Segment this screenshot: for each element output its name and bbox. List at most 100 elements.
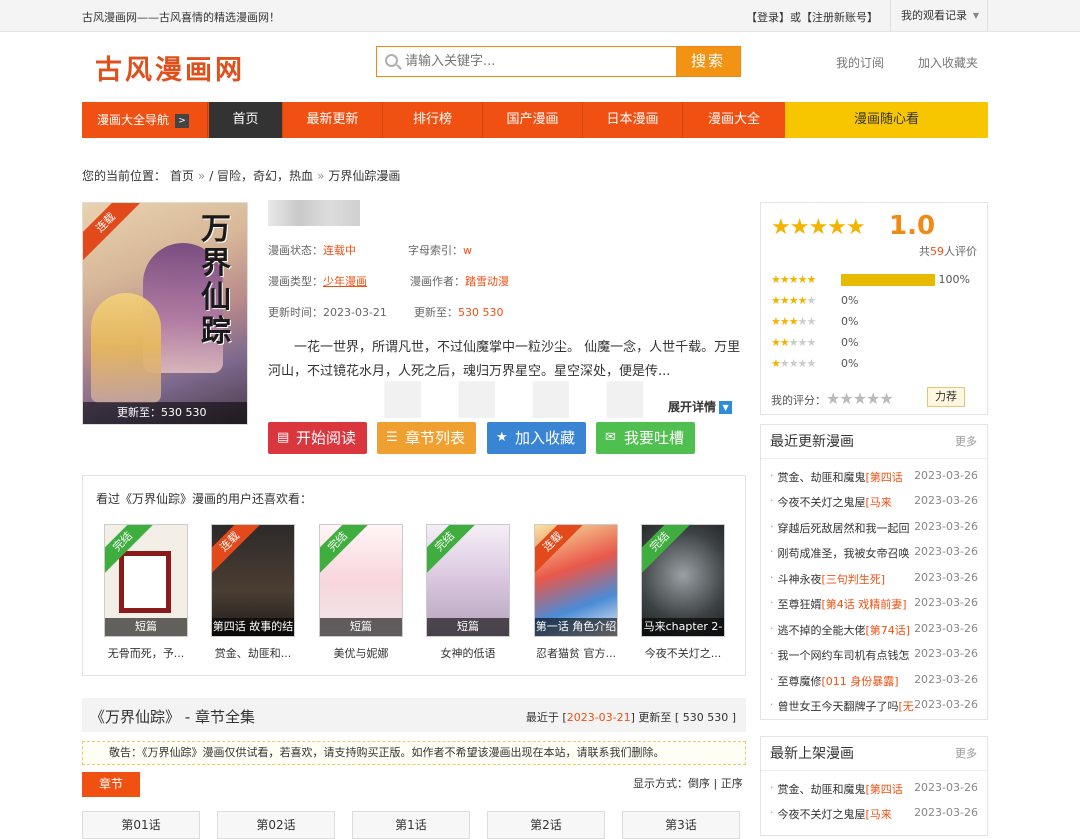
chapters-header: 《万界仙踪》 - 章节全集 最近于 [2023-03-21] 更新至 [ 530… xyxy=(82,698,746,732)
rating-count-value: 59 xyxy=(930,245,944,258)
comic-thumbnail-title[interactable]: 忍者猫贫 官方... xyxy=(534,645,618,661)
comic-title-blurred xyxy=(268,200,360,226)
search-icon xyxy=(385,54,398,67)
comic-thumbnail[interactable]: 完结 短篇 xyxy=(319,524,403,637)
newest-more-link[interactable]: 更多 xyxy=(955,737,977,771)
breadcrumb-tags[interactable]: / 冒险，奇幻，热血 xyxy=(209,169,313,183)
comment-button[interactable]: ✉ 我要吐槽 xyxy=(596,422,695,454)
site-slogan: 古风漫画网——古风喜情的精选漫画网！ xyxy=(82,11,280,24)
cover-art-figure xyxy=(91,293,161,403)
chapter-list-button[interactable]: ☰ 章节列表 xyxy=(377,422,476,454)
chat-bubble-icon: ✉ xyxy=(605,430,616,445)
comic-thumbnail-title[interactable]: 今夜不关灯之... xyxy=(641,645,725,661)
site-logo[interactable]: 古风漫画网 xyxy=(95,48,245,87)
list-item[interactable]: 今夜不关灯之鬼屋[马来2023-03-26 xyxy=(770,494,979,510)
nav-item-japanese[interactable]: 日本漫画 xyxy=(583,102,683,138)
recent-more-link[interactable]: 更多 xyxy=(955,425,977,459)
list-icon: ☰ xyxy=(386,430,398,445)
chapter-button[interactable]: 第2话 xyxy=(487,811,605,839)
copyright-notice: 敬告：《万界仙踪》漫画仅供试看，若喜欢，请支持购买正版。如作者不希望该漫画出现在… xyxy=(82,741,746,765)
newest-comics-title: 最新上架漫画 xyxy=(770,746,854,762)
rating-row-stars: ★★★★★ xyxy=(771,273,816,286)
breadcrumb-home[interactable]: 首页 xyxy=(170,169,194,183)
recent-updates-panel: 最近更新漫画 更多 赏金、劫匪和魔鬼[第四话2023-03-26 今夜不关灯之鬼… xyxy=(760,424,988,720)
my-rating: 我的评分：★★★★★ xyxy=(771,389,894,408)
list-item[interactable]: 今夜不关灯之鬼屋[马来2023-03-26 xyxy=(770,806,979,822)
list-item[interactable]: 至尊魔修[011 身份暴露]2023-03-26 xyxy=(770,673,979,689)
chapter-button[interactable]: 第02话 xyxy=(217,811,335,839)
tab-chapters[interactable]: 章节 xyxy=(82,772,140,797)
comic-thumbnail[interactable]: 完结 短篇 xyxy=(104,524,188,637)
rating-count: 共59人评价 xyxy=(919,243,977,259)
rating-stars: ★★★★★ xyxy=(771,215,866,240)
rating-row-stars: ★★★★★ xyxy=(771,357,816,370)
cover-update-caption: 更新至：530 530 xyxy=(83,402,247,424)
expand-details-link[interactable]: 展开详情 ▼ xyxy=(668,398,733,415)
watch-history-label: 我的观看记录 xyxy=(901,9,967,22)
comic-thumbnail[interactable]: 连载 第一话 角色介绍 xyxy=(534,524,618,637)
rating-row-percent: 0% xyxy=(841,357,859,370)
nav-item-random[interactable]: 漫画随心看 xyxy=(785,102,988,138)
nav-item-domestic[interactable]: 国产漫画 xyxy=(483,102,583,138)
rating-row-percent: 0% xyxy=(841,294,859,307)
comic-thumbnail-title[interactable]: 女神的低语 xyxy=(426,645,510,661)
list-item[interactable]: 斗神永夜[三句判生死]2023-03-26 xyxy=(770,571,979,587)
list-item[interactable]: 穿越后死敌居然和我一起回2023-03-26 xyxy=(770,520,979,536)
comment-label: 我要吐槽 xyxy=(624,429,685,447)
my-subscription-link[interactable]: 我的订阅 xyxy=(836,54,884,71)
rating-row-5: ★★★★★ 100% xyxy=(771,273,970,287)
login-register-link[interactable]: 【登录】或【注册新账号】 xyxy=(746,9,878,25)
upto-value[interactable]: 530 530 xyxy=(458,306,504,319)
chapter-button[interactable]: 第1话 xyxy=(352,811,470,839)
comic-thumbnail[interactable]: 完结 短篇 xyxy=(426,524,510,637)
recent-updates-header: 最近更新漫画 更多 xyxy=(761,425,987,459)
rating-score: 1.0 xyxy=(889,211,936,241)
rating-row-stars: ★★★★★ xyxy=(771,294,816,307)
chapter-button[interactable]: 第01话 xyxy=(82,811,200,839)
chapter-button[interactable]: 第3话 xyxy=(622,811,740,839)
my-rating-stars[interactable]: ★★★★★ xyxy=(826,389,894,408)
nav-item-home[interactable]: 首页 xyxy=(209,102,283,138)
rating-count-suffix: 人评价 xyxy=(944,245,977,258)
nav-item-ranking[interactable]: 排行榜 xyxy=(383,102,483,138)
comic-cover[interactable]: 万界仙踪 连载 更新至：530 530 xyxy=(82,202,248,425)
comic-thumbnail-title[interactable]: 美优与妮娜 xyxy=(319,645,403,661)
comic-thumbnail-title[interactable]: 赏金、劫匪和... xyxy=(211,645,295,661)
search-input[interactable] xyxy=(405,50,675,73)
main-nav: 漫画大全导航 > 首页 最新更新 排行榜 国产漫画 日本漫画 漫画大全 漫画随心看 xyxy=(82,102,988,138)
comic-thumbnail[interactable]: 连载 第四话 故事的结 xyxy=(211,524,295,637)
list-item[interactable]: 曾世女王今天翻牌子了吗[无2023-03-26 xyxy=(770,698,979,714)
list-item[interactable]: 逃不掉的全能大佬[第74话]2023-03-26 xyxy=(770,622,979,638)
chapters-update-info: 最近于 [2023-03-21] 更新至 [ 530 530 ] xyxy=(525,711,736,724)
list-item[interactable]: 至尊狂婿[第4话 戏精前妻]2023-03-26 xyxy=(770,596,979,612)
author-value-link[interactable]: 踏雪动漫 xyxy=(465,275,509,288)
newest-comics-header: 最新上架漫画 更多 xyxy=(761,737,987,771)
nav-item-latest[interactable]: 最新更新 xyxy=(283,102,383,138)
order-desc-link[interactable]: 倒序 xyxy=(688,777,710,790)
add-favorite-link[interactable]: 加入收藏夹 xyxy=(918,54,978,71)
comic-thumbnail-title[interactable]: 无骨而死，予... xyxy=(104,645,188,661)
list-item[interactable]: 赏金、劫匪和魔鬼[第四话2023-03-26 xyxy=(770,469,979,485)
rating-count-prefix: 共 xyxy=(919,245,930,258)
expand-details-label: 展开详情 xyxy=(668,400,717,414)
index-value[interactable]: w xyxy=(463,244,472,257)
start-reading-button[interactable]: ▤ 开始阅读 xyxy=(268,422,367,454)
comic-upto-info: 更新至：530 530 xyxy=(414,304,504,320)
type-value-link[interactable]: 少年漫画 xyxy=(323,275,367,288)
breadcrumb-separator: » xyxy=(317,169,325,183)
also-liked-box: 看过《万界仙踪》漫画的用户还喜欢看： 完结 短篇 无骨而死，予... 连载 第四… xyxy=(82,475,746,676)
list-item[interactable]: 我一个网约车司机有点钱怎2023-03-26 xyxy=(770,647,979,663)
watch-history-dropdown[interactable]: 我的观看记录 ▼ xyxy=(890,0,988,32)
chapters-title: 《万界仙踪》 - 章节全集 xyxy=(90,708,255,726)
comic-thumbnail[interactable]: 完结 马来chapter 2- xyxy=(641,524,725,637)
order-asc-link[interactable]: 正序 xyxy=(721,777,743,790)
chevron-down-icon: ▼ xyxy=(719,401,733,414)
comic-index-info: 字母索引：w xyxy=(408,242,472,258)
list-item[interactable]: 刚苟成准圣，我被女帝召唤2023-03-26 xyxy=(770,545,979,561)
chevron-right-icon: > xyxy=(175,113,190,128)
nav-guide-button[interactable]: 漫画大全导航 > xyxy=(82,102,208,138)
list-item[interactable]: 赏金、劫匪和魔鬼[第四话2023-03-26 xyxy=(770,781,979,797)
nav-item-all[interactable]: 漫画大全 xyxy=(683,102,785,138)
add-collection-button[interactable]: ★ 加入收藏 xyxy=(487,422,586,454)
search-button[interactable]: 搜索 xyxy=(676,47,740,76)
